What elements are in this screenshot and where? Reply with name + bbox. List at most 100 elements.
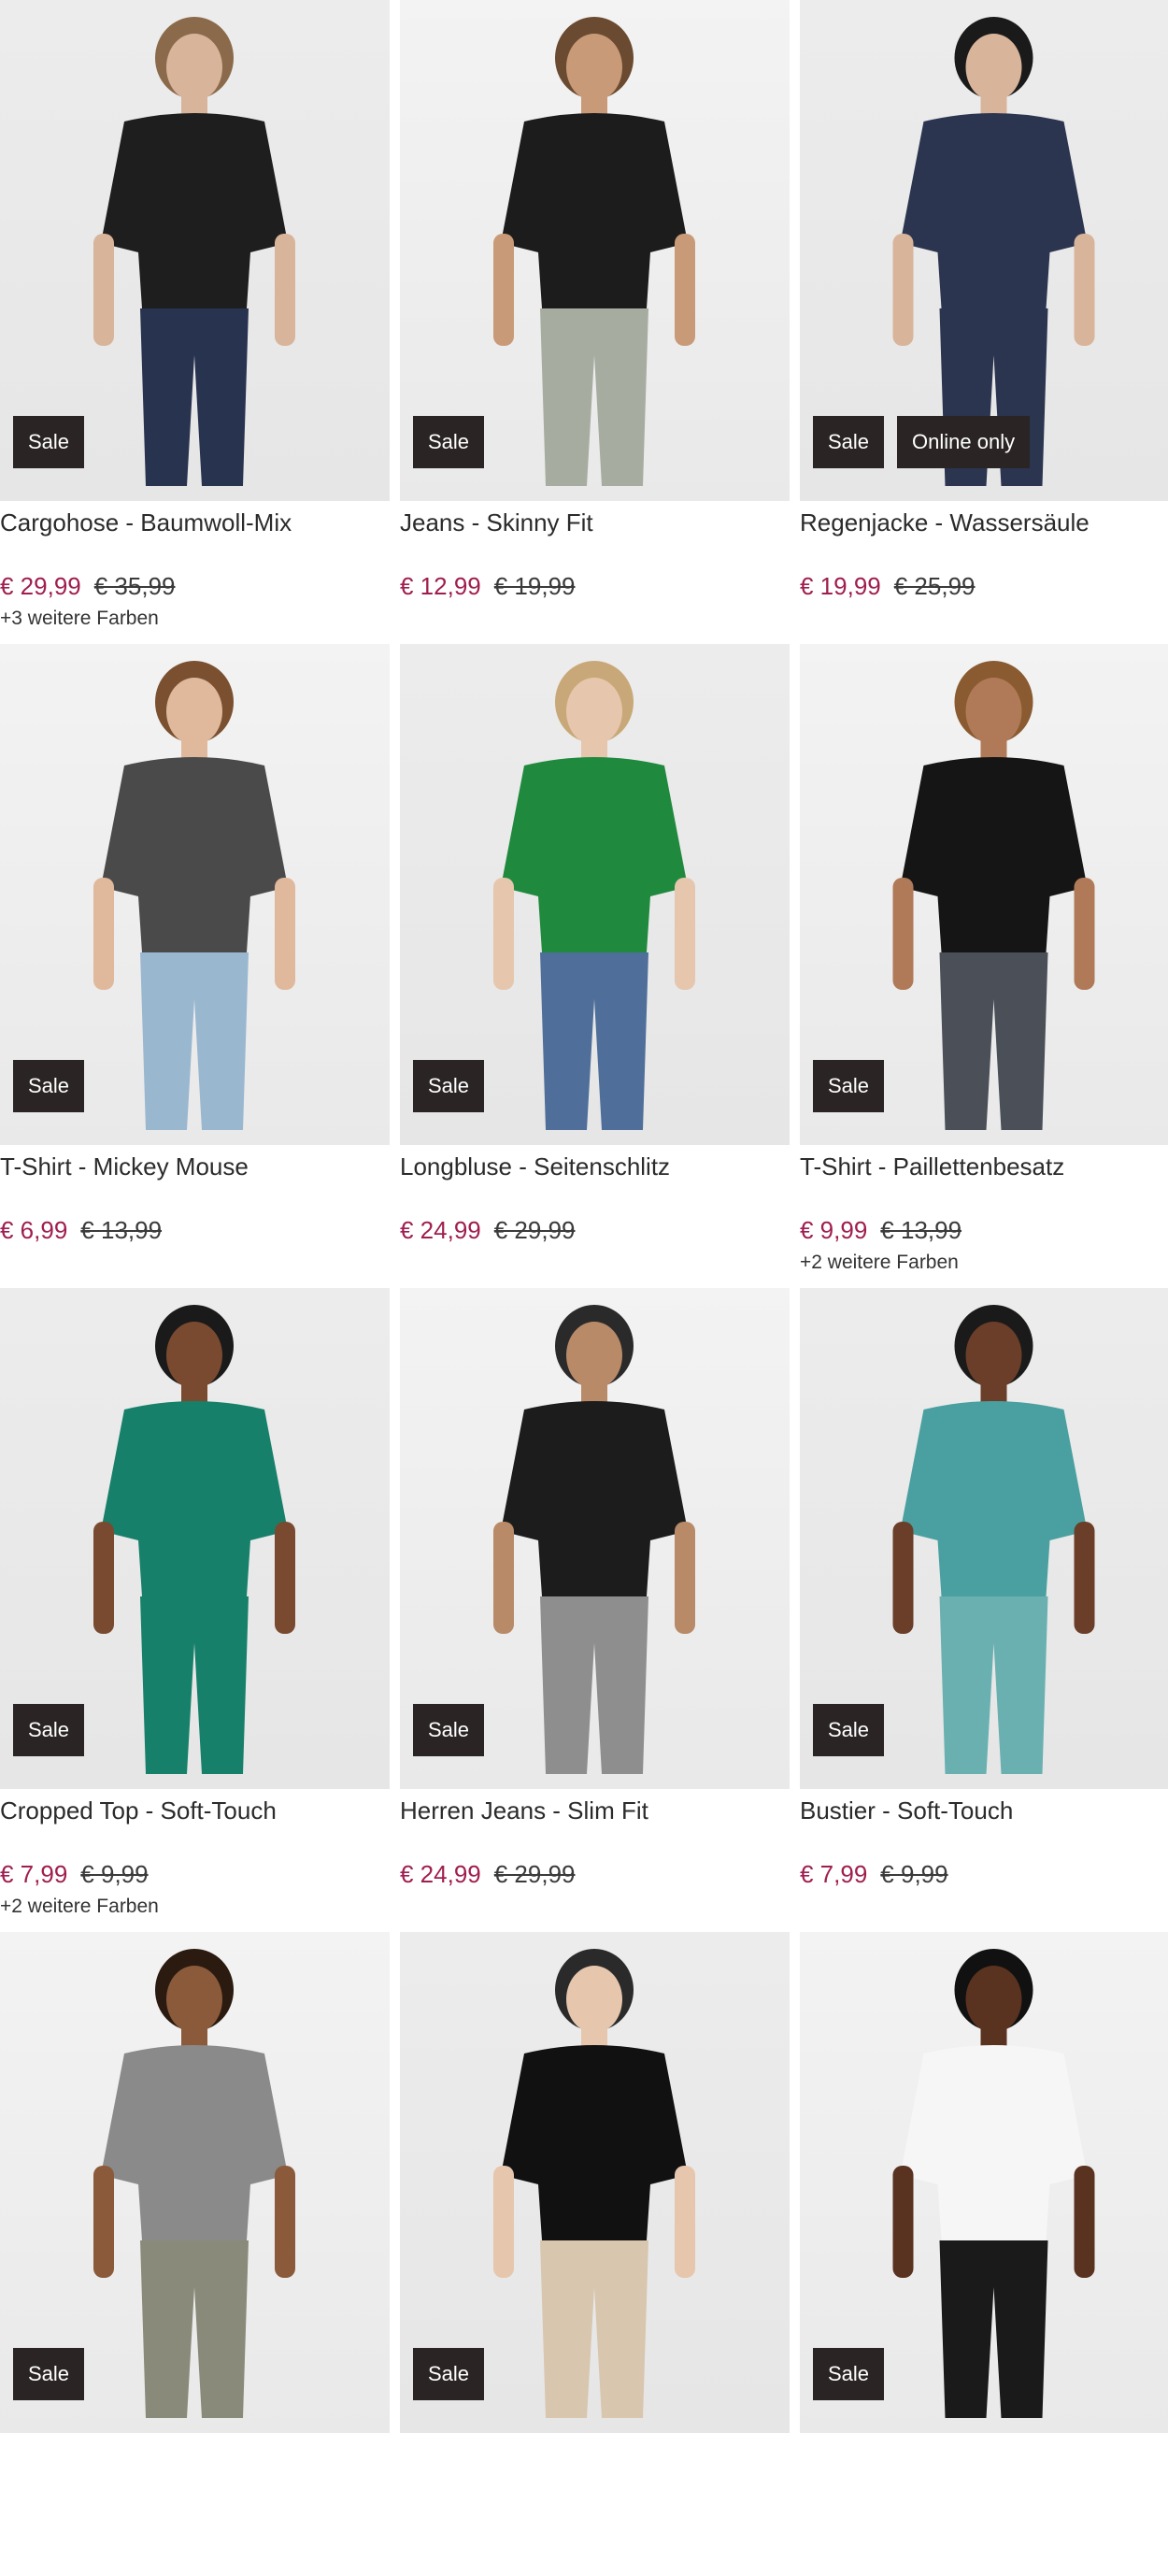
product-name[interactable]: T-Shirt - Paillettenbesatz [800,1151,1168,1182]
sale-price: € 7,99 [0,1860,68,1888]
product-card[interactable]: Sale [400,1932,790,2576]
badge-row: Sale [413,1060,485,1112]
badge-row: Sale [413,416,485,468]
sale-price: € 24,99 [400,1216,481,1244]
original-price: € 19,99 [493,572,576,600]
more-colors-link[interactable]: +2 weitere Farben [0,1894,390,1920]
product-name[interactable]: Bustier - Soft-Touch [800,1795,1168,1826]
original-price: € 35,99 [93,572,176,600]
product-card[interactable]: Sale T-Shirt - Paillettenbesatz € 9,99 € 13… [800,644,1168,1288]
price-row [0,2502,390,2534]
product-card[interactable]: Sale [0,1932,390,2576]
original-price: € 29,99 [493,1860,576,1888]
more-colors-link [800,1894,1168,1920]
sale-badge: Sale [813,416,885,468]
sale-badge: Sale [413,416,485,468]
product-image[interactable]: Sale [0,1932,390,2433]
sale-price: € 19,99 [800,572,881,600]
more-colors-link [400,1894,790,1920]
sale-badge: Sale [13,1704,85,1756]
price-row: € 12,99 € 19,99 [400,570,790,602]
product-name[interactable]: Jeans - Skinny Fit [400,507,790,538]
badge-row: Sale [13,1704,85,1756]
sale-price: € 7,99 [800,1860,868,1888]
product-grid: Sale Cargohose - Baumwoll-Mix € 29,99 € 35,… [0,0,1168,2576]
more-colors-link[interactable]: +3 weitere Farben [0,606,390,632]
product-image[interactable]: Sale [400,1932,790,2433]
product-image[interactable]: Sale [800,1932,1168,2433]
online-only-badge: Online only [897,416,1031,468]
original-price: € 25,99 [893,572,976,600]
price-row: € 19,99 € 25,99 [800,570,1168,602]
product-name[interactable] [400,2439,790,2470]
original-price: € 9,99 [880,1860,948,1888]
more-colors-link[interactable]: +2 weitere Farben [800,1250,1168,1276]
badge-row: Sale [13,416,85,468]
product-card[interactable]: Sale Cargohose - Baumwoll-Mix € 29,99 € 35,… [0,0,390,644]
sale-badge: Sale [813,1704,885,1756]
sale-badge: Sale [13,416,85,468]
more-colors-link [400,606,790,632]
product-card[interactable]: Sale T-Shirt - Mickey Mouse € 6,99 € 13,99 [0,644,390,1288]
price-row: € 29,99 € 35,99 [0,570,390,602]
product-image[interactable]: Sale [0,644,390,1145]
product-name[interactable]: Herren Jeans - Slim Fit [400,1795,790,1826]
price-row: € 7,99 € 9,99 [0,1858,390,1890]
price-row: € 24,99 € 29,99 [400,1858,790,1890]
more-colors-link [400,1250,790,1276]
badge-row: Sale [813,2348,885,2400]
sale-badge: Sale [13,2348,85,2400]
badge-row: Sale Online only [813,416,1031,468]
badge-row: Sale [13,1060,85,1112]
sale-price: € 6,99 [0,1216,68,1244]
original-price: € 9,99 [80,1860,149,1888]
price-row [400,2502,790,2534]
product-name[interactable]: T-Shirt - Mickey Mouse [0,1151,390,1182]
product-card[interactable]: Sale [800,1932,1168,2576]
product-name[interactable]: Cropped Top - Soft-Touch [0,1795,390,1826]
more-colors-link [0,1250,390,1276]
product-card[interactable]: Sale Longbluse - Seitenschlitz € 24,99 € 29… [400,644,790,1288]
product-image[interactable]: Sale [800,1288,1168,1789]
product-card[interactable]: Sale Online only Regenjacke - Wassersäule €… [800,0,1168,644]
original-price: € 13,99 [80,1216,163,1244]
product-card[interactable]: Sale Cropped Top - Soft-Touch € 7,99 € 9,99… [0,1288,390,1932]
product-image[interactable]: Sale Online only [800,0,1168,501]
sale-badge: Sale [413,1704,485,1756]
more-colors-link [800,2538,1168,2564]
original-price: € 13,99 [880,1216,962,1244]
badge-row: Sale [813,1704,885,1756]
product-card[interactable]: Sale Herren Jeans - Slim Fit € 24,99 € 29,9… [400,1288,790,1932]
original-price: € 29,99 [493,1216,576,1244]
product-image[interactable]: Sale [400,644,790,1145]
product-image[interactable]: Sale [400,1288,790,1789]
more-colors-link [0,2538,390,2564]
product-name[interactable] [0,2439,390,2470]
sale-badge: Sale [13,1060,85,1112]
sale-price: € 9,99 [800,1216,868,1244]
badge-row: Sale [413,2348,485,2400]
product-image[interactable]: Sale [0,1288,390,1789]
product-card[interactable]: Sale Jeans - Skinny Fit € 12,99 € 19,99 [400,0,790,644]
sale-price: € 12,99 [400,572,481,600]
badge-row: Sale [413,1704,485,1756]
more-colors-link [800,606,1168,632]
product-card[interactable]: Sale Bustier - Soft-Touch € 7,99 € 9,99 [800,1288,1168,1932]
price-row: € 7,99 € 9,99 [800,1858,1168,1890]
sale-badge: Sale [413,1060,485,1112]
price-row: € 24,99 € 29,99 [400,1214,790,1246]
sale-price: € 24,99 [400,1860,481,1888]
sale-badge: Sale [813,1060,885,1112]
product-image[interactable]: Sale [800,644,1168,1145]
product-name[interactable]: Regenjacke - Wassersäule [800,507,1168,538]
price-row [800,2502,1168,2534]
more-colors-link [400,2538,790,2564]
product-name[interactable] [800,2439,1168,2470]
product-name[interactable]: Cargohose - Baumwoll-Mix [0,507,390,538]
price-row: € 6,99 € 13,99 [0,1214,390,1246]
product-image[interactable]: Sale [0,0,390,501]
product-image[interactable]: Sale [400,0,790,501]
sale-badge: Sale [413,2348,485,2400]
product-name[interactable]: Longbluse - Seitenschlitz [400,1151,790,1182]
sale-price: € 29,99 [0,572,81,600]
